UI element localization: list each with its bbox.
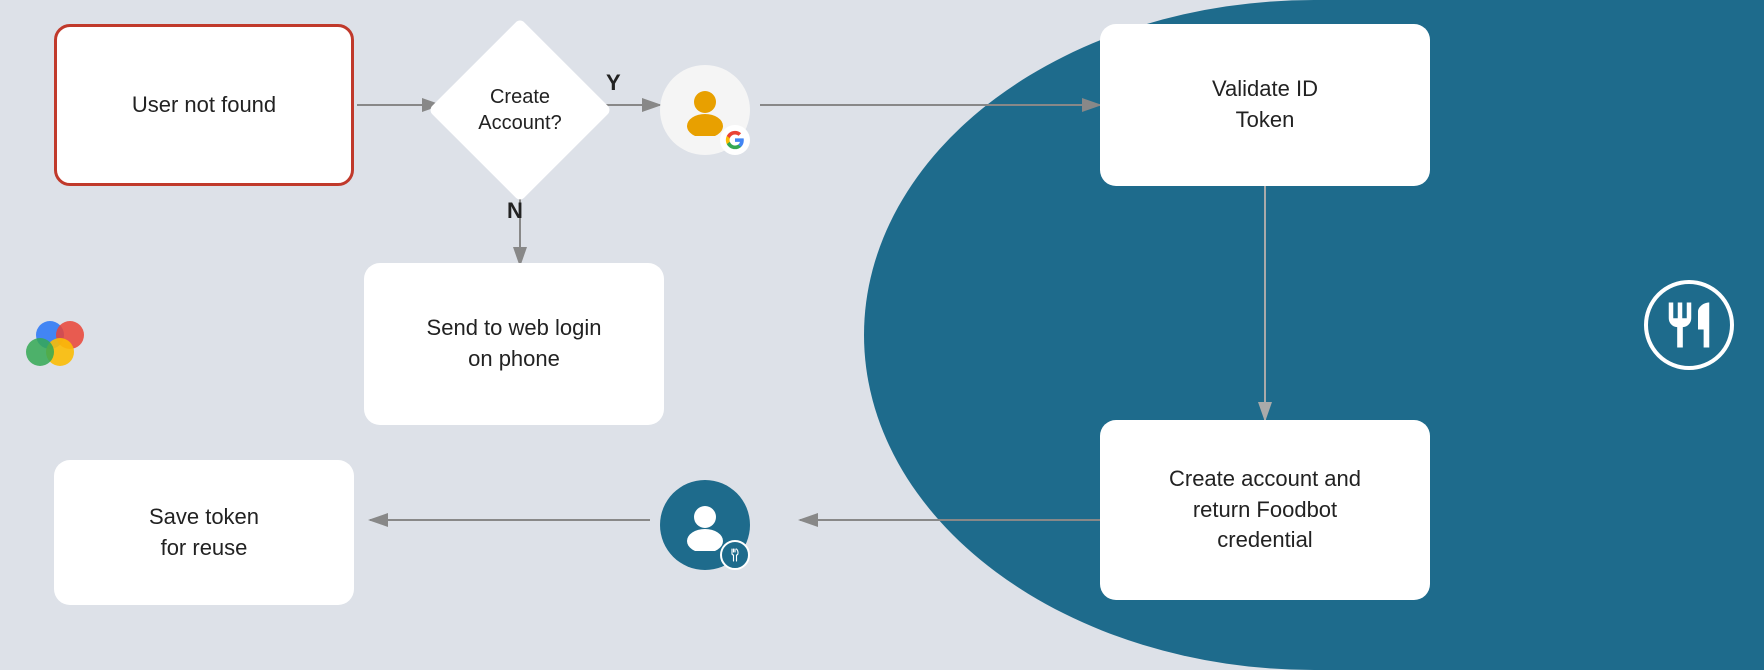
google-user-icon xyxy=(660,65,750,155)
google-g-icon xyxy=(725,130,745,150)
create-account-label: Create account and return Foodbot creden… xyxy=(1169,464,1361,556)
google-assistant-icon xyxy=(20,300,100,380)
foodbot-right-icon xyxy=(1644,280,1734,370)
validate-id-label: Validate ID Token xyxy=(1212,74,1318,136)
no-label: N xyxy=(507,198,523,224)
person-foodbot-icon xyxy=(679,499,731,551)
validate-id-box: Validate ID Token xyxy=(1100,24,1430,186)
save-token-box: Save token for reuse xyxy=(54,460,354,605)
create-account-diamond-wrapper: Create Account? xyxy=(440,30,600,190)
send-to-web-label: Send to web login on phone xyxy=(427,313,602,375)
fork-spoon-badge-icon xyxy=(726,546,744,564)
yes-label: Y xyxy=(606,70,621,96)
foodbot-user-icon xyxy=(660,480,750,570)
user-not-found-label: User not found xyxy=(132,90,276,121)
person-icon xyxy=(679,84,731,136)
send-to-web-box: Send to web login on phone xyxy=(364,263,664,425)
create-account-diamond xyxy=(428,18,612,202)
save-token-label: Save token for reuse xyxy=(149,502,259,564)
create-account-box: Create account and return Foodbot creden… xyxy=(1100,420,1430,600)
fork-knife-icon xyxy=(1662,298,1716,352)
user-not-found-box: User not found xyxy=(54,24,354,186)
